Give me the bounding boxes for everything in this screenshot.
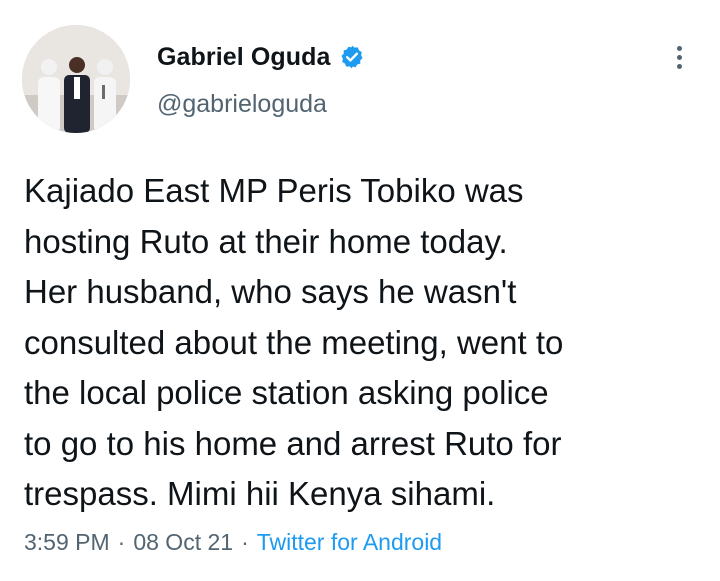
- verified-badge-icon: [339, 44, 365, 70]
- tweet-card: Gabriel Oguda @gabrieloguda Kajiado East…: [0, 0, 720, 581]
- avatar-photo-icon: [22, 25, 130, 133]
- tweet-source-link[interactable]: Twitter for Android: [257, 529, 442, 556]
- more-dot: [676, 54, 682, 60]
- meta-separator: ·: [241, 529, 249, 555]
- more-dot: [676, 63, 682, 69]
- meta-separator: ·: [117, 529, 126, 555]
- tweet-meta: 3:59 PM · 08 Oct 21 · Twitter for Androi…: [24, 529, 442, 556]
- author-display-name[interactable]: Gabriel Oguda: [157, 43, 331, 72]
- author-name-row[interactable]: Gabriel Oguda: [157, 40, 365, 74]
- tweet-time[interactable]: 3:59 PM: [24, 529, 110, 556]
- more-dot: [676, 45, 682, 51]
- author-handle[interactable]: @gabrieloguda: [157, 90, 327, 119]
- more-options-icon[interactable]: [664, 40, 694, 74]
- tweet-date[interactable]: 08 Oct 21: [133, 529, 233, 556]
- tweet-text: Kajiado East MP Peris Tobiko was hosting…: [24, 172, 564, 512]
- avatar[interactable]: [22, 25, 130, 133]
